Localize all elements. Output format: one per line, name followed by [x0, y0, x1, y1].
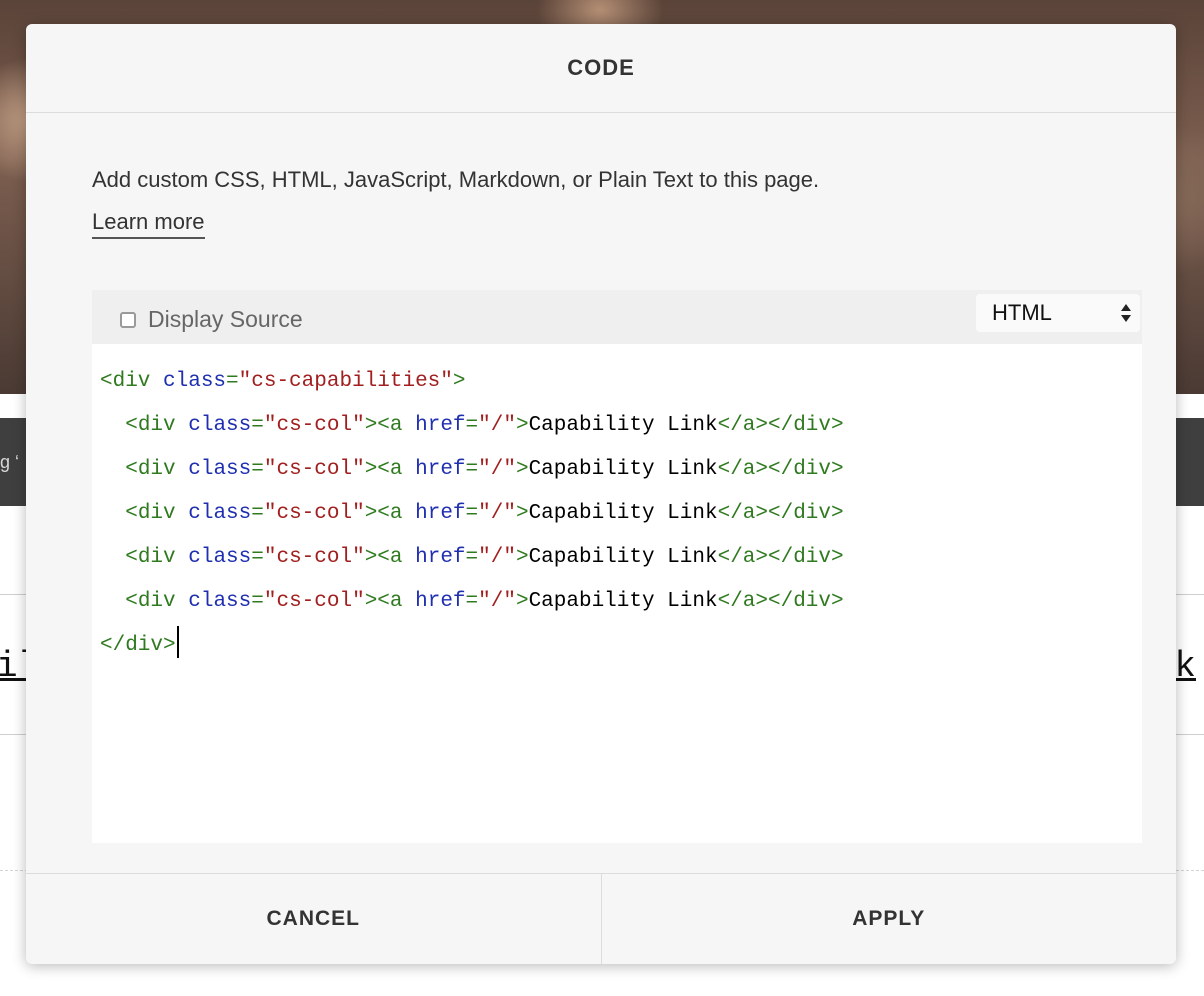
code-token: "cs-col"	[263, 590, 365, 613]
code-token: "/"	[478, 590, 516, 613]
code-line: <div class="cs-col"><a href="/">Capabili…	[100, 448, 1142, 492]
code-line: <div class="cs-col"><a href="/">Capabili…	[100, 492, 1142, 536]
modal-description: Add custom CSS, HTML, JavaScript, Markdo…	[92, 167, 820, 192]
code-token: ><a	[364, 414, 416, 437]
code-token: >	[515, 458, 529, 481]
code-line: </div>	[100, 624, 1142, 668]
code-token: "cs-col"	[263, 458, 365, 481]
code-token: class	[188, 502, 252, 525]
code-token: =	[465, 546, 479, 569]
code-token: "cs-col"	[263, 414, 365, 437]
display-source-toggle[interactable]: Display Source	[120, 306, 303, 333]
code-token: <div	[125, 458, 189, 481]
learn-more-link[interactable]: Learn more	[92, 209, 205, 239]
code-line: <div class="cs-capabilities">	[100, 360, 1142, 404]
code-token: "/"	[478, 458, 516, 481]
code-token: "/"	[478, 546, 516, 569]
code-token: >	[452, 370, 466, 393]
code-token: href	[415, 546, 466, 569]
code-token: href	[415, 590, 466, 613]
modal-footer: CANCEL APPLY	[26, 873, 1176, 964]
code-token: href	[415, 414, 466, 437]
code-token: Capability Link	[528, 458, 718, 481]
modal-body: Add custom CSS, HTML, JavaScript, Markdo…	[92, 113, 1142, 843]
code-token: ><a	[364, 546, 416, 569]
code-token: "/"	[478, 414, 516, 437]
code-token: <div	[100, 370, 164, 393]
code-line: <div class="cs-col"><a href="/">Capabili…	[100, 536, 1142, 580]
code-token: Capability Link	[528, 546, 718, 569]
code-token: =	[465, 590, 479, 613]
code-token: >	[515, 414, 529, 437]
code-line: <div class="cs-col"><a href="/">Capabili…	[100, 580, 1142, 624]
display-source-checkbox[interactable]	[120, 311, 136, 328]
code-token: class	[188, 458, 252, 481]
background-link-right: k	[1174, 646, 1196, 687]
code-token: Capability Link	[528, 590, 718, 613]
cancel-button[interactable]: CANCEL	[26, 874, 601, 964]
code-token: =	[465, 458, 479, 481]
code-token: =	[465, 502, 479, 525]
code-editor: Display Source HTML <div class="cs-capab…	[92, 290, 1142, 843]
code-token: >	[515, 502, 529, 525]
code-token: </a></div>	[717, 414, 844, 437]
editor-toolbar: Display Source HTML	[92, 290, 1142, 344]
code-token: =	[226, 370, 239, 393]
code-token: </a></div>	[717, 590, 844, 613]
code-token: </a></div>	[717, 458, 844, 481]
code-token: </a></div>	[717, 502, 844, 525]
code-token: "cs-col"	[263, 502, 365, 525]
code-token: class	[188, 414, 252, 437]
code-token: <div	[125, 590, 189, 613]
code-token: </a></div>	[717, 546, 844, 569]
code-token: href	[415, 502, 466, 525]
select-arrows-icon	[1121, 304, 1131, 322]
modal-title: CODE	[567, 55, 635, 80]
code-token: <div	[125, 502, 189, 525]
code-token: "/"	[478, 502, 516, 525]
code-token: >	[515, 590, 529, 613]
code-token: ><a	[364, 458, 416, 481]
code-token: ><a	[364, 502, 416, 525]
code-token: =	[251, 590, 264, 613]
code-token: class	[188, 590, 252, 613]
code-token: ><a	[364, 590, 416, 613]
code-token: class	[188, 546, 252, 569]
code-token: =	[251, 502, 264, 525]
code-modal: CODE Add custom CSS, HTML, JavaScript, M…	[26, 24, 1176, 964]
background-bar-text: g ‘	[0, 452, 20, 472]
display-source-label: Display Source	[148, 306, 303, 332]
code-token: =	[251, 458, 264, 481]
code-line: <div class="cs-col"><a href="/">Capabili…	[100, 404, 1142, 448]
code-token: <div	[125, 546, 189, 569]
code-token: "cs-capabilities"	[238, 370, 453, 393]
code-token: href	[415, 458, 466, 481]
code-mode-value: HTML	[992, 300, 1052, 325]
modal-header: CODE	[26, 24, 1176, 113]
code-token: Capability Link	[528, 414, 718, 437]
code-text-area[interactable]: <div class="cs-capabilities"> <div class…	[100, 360, 1142, 668]
apply-button[interactable]: APPLY	[600, 874, 1177, 964]
code-token: Capability Link	[528, 502, 718, 525]
code-token: >	[515, 546, 529, 569]
code-token: =	[251, 414, 264, 437]
code-token: </div>	[100, 634, 176, 657]
code-token: <div	[125, 414, 189, 437]
code-token: =	[465, 414, 479, 437]
code-mode-select[interactable]: HTML	[976, 294, 1140, 332]
code-token: =	[251, 546, 264, 569]
text-cursor	[176, 626, 179, 658]
code-token: "cs-col"	[263, 546, 365, 569]
code-token: class	[163, 370, 227, 393]
